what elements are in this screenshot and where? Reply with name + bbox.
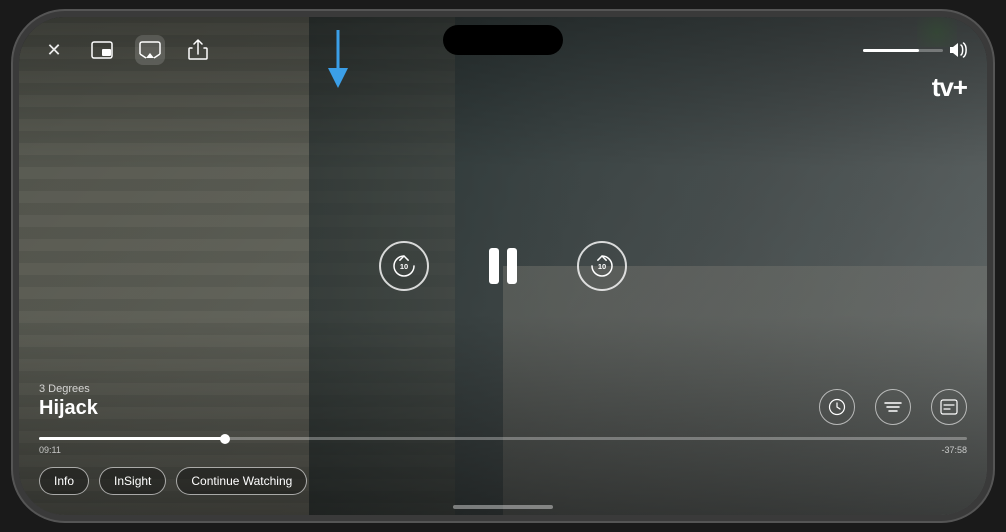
continue-watching-button[interactable]: Continue Watching: [176, 467, 307, 495]
close-button[interactable]: ✕: [39, 35, 69, 65]
bottom-right-icons: [819, 389, 967, 425]
tv-plus-text: tv+: [932, 72, 967, 103]
info-button[interactable]: Info: [39, 467, 89, 495]
insight-button[interactable]: InSight: [99, 467, 166, 495]
progress-track[interactable]: [39, 437, 967, 440]
subtitles-button[interactable]: [931, 389, 967, 425]
svg-text:10: 10: [598, 262, 606, 271]
bottom-pills: Info InSight Continue Watching: [39, 467, 307, 495]
progress-area[interactable]: 09:11 -37:58: [19, 437, 987, 455]
top-right-controls: [863, 42, 967, 58]
airplay-button[interactable]: [135, 35, 165, 65]
volume-fill: [863, 49, 919, 52]
pause-bar-right: [507, 248, 517, 284]
volume-control[interactable]: [863, 42, 967, 58]
audio-button[interactable]: [875, 389, 911, 425]
show-title: 3 Degrees: [39, 383, 98, 395]
svg-text:10: 10: [400, 262, 408, 271]
home-indicator: [453, 505, 553, 509]
power-button[interactable]: [992, 147, 993, 227]
phone-wrapper: ✕: [0, 0, 1006, 532]
time-labels: 09:11 -37:58: [39, 445, 967, 455]
episode-title: Hijack: [39, 397, 98, 420]
progress-thumb: [220, 434, 230, 444]
dynamic-island: [443, 25, 563, 55]
screen: ✕: [19, 17, 987, 515]
current-time: 09:11: [39, 445, 61, 455]
remaining-time: -37:58: [941, 445, 967, 455]
volume-up-button[interactable]: [13, 142, 14, 192]
phone-shell: ✕: [13, 11, 993, 521]
appletv-logo: tv+: [930, 72, 967, 103]
volume-track: [863, 49, 943, 52]
top-left-controls: ✕: [39, 35, 213, 65]
share-button[interactable]: [183, 35, 213, 65]
mute-button[interactable]: [13, 97, 14, 127]
rewind-button[interactable]: 10: [379, 241, 429, 291]
pause-button[interactable]: [489, 248, 517, 284]
pip-button[interactable]: [87, 35, 117, 65]
forward-button[interactable]: 10: [577, 241, 627, 291]
volume-down-button[interactable]: [13, 202, 14, 252]
blue-arrow-indicator: [323, 30, 353, 95]
progress-fill: [39, 437, 225, 440]
title-info: 3 Degrees Hijack: [39, 383, 98, 420]
center-controls: 10 10: [379, 241, 627, 291]
pause-bar-left: [489, 248, 499, 284]
playback-speed-button[interactable]: [819, 389, 855, 425]
